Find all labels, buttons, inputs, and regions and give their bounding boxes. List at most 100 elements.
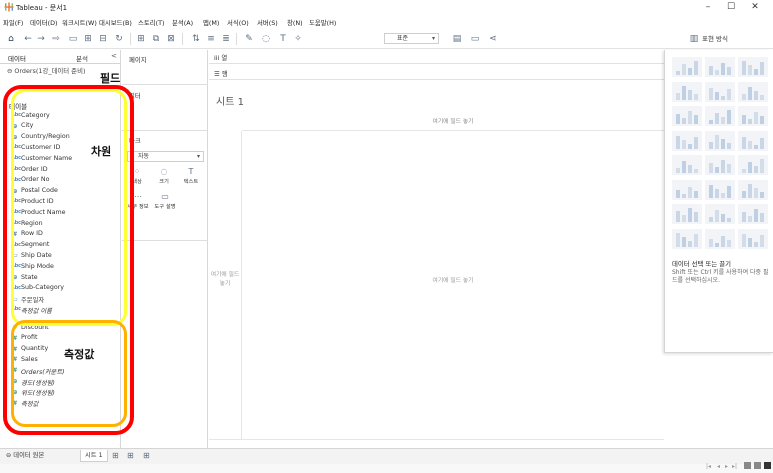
last-sheet-icon[interactable]: ▸| bbox=[732, 463, 737, 470]
undo-icon[interactable]: ← bbox=[22, 33, 34, 45]
chart-type-thumbnail[interactable] bbox=[672, 57, 702, 77]
tabs-view-icon[interactable] bbox=[764, 462, 771, 469]
chart-type-thumbnail[interactable] bbox=[672, 130, 702, 151]
datasource-item[interactable]: ⊖ Orders(1강_데이터 준비) bbox=[7, 66, 85, 75]
collapse-pane-button[interactable]: < bbox=[111, 52, 117, 60]
datasource-tab-label: 데이터 원본 bbox=[13, 452, 45, 459]
labels-icon[interactable]: T bbox=[277, 33, 289, 45]
chart-type-thumbnail[interactable] bbox=[705, 106, 735, 126]
menu-data[interactable]: 데이터(D) bbox=[30, 18, 58, 27]
chart-type-thumbnail[interactable] bbox=[738, 228, 768, 249]
fit-select[interactable]: 표준 ▾ bbox=[384, 33, 439, 44]
columns-icon: iii bbox=[214, 54, 220, 62]
dimensions-annotation: 차원 bbox=[91, 145, 112, 158]
save-icon[interactable]: ▭ bbox=[67, 33, 79, 45]
home-icon[interactable]: ⌂ bbox=[5, 33, 17, 45]
sort-descending-icon[interactable]: ≣ bbox=[220, 33, 232, 45]
chart-type-thumbnail[interactable] bbox=[738, 179, 768, 200]
chart-type-thumbnail[interactable] bbox=[738, 57, 768, 77]
menu-format[interactable]: 서식(O) bbox=[227, 18, 249, 27]
chart-thumbnail-icon bbox=[709, 235, 731, 247]
menu-dashboard[interactable]: 대시보드(B) bbox=[99, 18, 132, 27]
menu-map[interactable]: 맵(M) bbox=[203, 18, 219, 27]
chart-type-thumbnail[interactable] bbox=[672, 106, 702, 126]
filmstrip-icon[interactable] bbox=[754, 462, 761, 469]
cards-column: 페이지 필터 마크 자동 ▾ ⁘ 색상 ◌ 크기 T 텍스트 ⋯ 세부 정보 ▭… bbox=[122, 50, 208, 448]
new-story-tab-icon[interactable]: ⊞ bbox=[143, 450, 150, 462]
tooltip-button[interactable]: ▭ 도구 설명 bbox=[153, 191, 177, 213]
menu-help[interactable]: 도움말(H) bbox=[309, 18, 336, 27]
close-button[interactable]: ✕ bbox=[745, 1, 765, 13]
chart-type-thumbnail[interactable] bbox=[672, 179, 702, 200]
chart-type-thumbnail[interactable] bbox=[672, 81, 702, 102]
sheet-tab[interactable]: 시트 1 bbox=[80, 450, 108, 462]
row-drop-zone-label: 여기에 필드 놓기 bbox=[210, 272, 240, 287]
mark-type-select[interactable]: 자동 ▾ bbox=[127, 151, 204, 162]
show-cards-icon[interactable]: ▤ bbox=[451, 33, 463, 45]
chart-type-thumbnail[interactable] bbox=[738, 106, 768, 126]
menu-file[interactable]: 파일(F) bbox=[3, 18, 23, 27]
show-me-icon[interactable]: ▥ bbox=[688, 33, 700, 45]
size-button[interactable]: ◌ 크기 bbox=[153, 166, 175, 188]
minimize-button[interactable]: – bbox=[698, 1, 718, 13]
window-title: Tableau - 문서1 bbox=[16, 4, 68, 12]
next-sheet-icon[interactable]: ▸ bbox=[725, 463, 728, 470]
pause-update-icon[interactable]: ⊟ bbox=[97, 33, 109, 45]
prev-sheet-icon[interactable]: ◂ bbox=[717, 463, 720, 470]
first-sheet-icon[interactable]: |◂ bbox=[706, 463, 711, 470]
chart-thumbnail-icon bbox=[709, 184, 731, 198]
menu-worksheet[interactable]: 워크시트(W) bbox=[62, 18, 97, 27]
chart-type-thumbnail[interactable] bbox=[738, 204, 768, 224]
chart-type-thumbnail[interactable] bbox=[705, 228, 735, 249]
chart-type-thumbnail[interactable] bbox=[705, 57, 735, 77]
chart-type-thumbnail[interactable] bbox=[738, 155, 768, 175]
clear-sheet-icon[interactable]: ⊠ bbox=[165, 33, 177, 45]
chart-type-thumbnail[interactable] bbox=[738, 130, 768, 151]
column-drop-zone[interactable]: 여기에 필드 놓기 bbox=[242, 113, 664, 131]
view-drop-zone[interactable]: 여기에 필드 놓기 bbox=[242, 275, 664, 284]
sheet-title[interactable]: 시트 1 bbox=[216, 93, 244, 108]
text-button[interactable]: T 텍스트 bbox=[180, 166, 202, 188]
sheet-sorter-icon[interactable] bbox=[744, 462, 751, 469]
maximize-button[interactable]: ☐ bbox=[721, 1, 741, 13]
sort-ascending-icon[interactable]: ≡ bbox=[205, 33, 217, 45]
group-icon[interactable]: ◌ bbox=[260, 33, 272, 45]
new-worksheet-tab-icon[interactable]: ⊞ bbox=[112, 450, 119, 462]
chart-type-thumbnail[interactable] bbox=[705, 155, 735, 175]
sheet-canvas: 시트 1 여기에 필드 놓기 여기에 필드 놓기 여기에 필드 놓기 bbox=[209, 80, 664, 448]
new-datasource-icon[interactable]: ⊞ bbox=[82, 33, 94, 45]
refresh-icon[interactable]: ↻ bbox=[113, 33, 125, 45]
tab-data[interactable]: 데이터 bbox=[8, 53, 26, 63]
new-dashboard-tab-icon[interactable]: ⊞ bbox=[127, 450, 134, 462]
redo-icon[interactable]: → bbox=[35, 33, 47, 45]
chart-type-thumbnail[interactable] bbox=[672, 204, 702, 224]
pin-icon[interactable]: ✧ bbox=[292, 33, 304, 45]
presentation-icon[interactable]: ▭ bbox=[469, 33, 481, 45]
show-me-button[interactable]: 표현 방식 bbox=[702, 33, 728, 43]
chart-type-thumbnail[interactable] bbox=[705, 204, 735, 224]
chart-type-thumbnail[interactable] bbox=[672, 155, 702, 175]
menu-server[interactable]: 서버(S) bbox=[257, 18, 278, 27]
swap-icon[interactable]: ⇅ bbox=[190, 33, 202, 45]
chart-type-thumbnail[interactable] bbox=[705, 179, 735, 200]
chart-type-thumbnail[interactable] bbox=[738, 81, 768, 102]
duplicate-sheet-icon[interactable]: ⧉ bbox=[150, 33, 162, 45]
chart-thumbnail-icon bbox=[676, 111, 698, 124]
row-drop-zone[interactable]: 여기에 필드 놓기 bbox=[209, 131, 242, 439]
menu-window[interactable]: 창(N) bbox=[287, 18, 303, 27]
chart-thumbnail-icon bbox=[709, 210, 731, 222]
datasource-tab[interactable]: ⊖ 데이터 원본 bbox=[6, 450, 44, 462]
rows-label: 행 bbox=[221, 70, 228, 78]
chart-type-thumbnail[interactable] bbox=[672, 228, 702, 249]
new-worksheet-icon[interactable]: ⊞ bbox=[135, 33, 147, 45]
columns-shelf-label: iii 열 bbox=[214, 53, 227, 62]
redo-arrow-icon[interactable]: ⇨ bbox=[50, 33, 62, 45]
tab-analysis[interactable]: 분석 bbox=[76, 53, 88, 63]
card-divider bbox=[122, 130, 208, 131]
highlight-icon[interactable]: ✎ bbox=[243, 33, 255, 45]
menu-story[interactable]: 스토리(T) bbox=[138, 18, 165, 27]
menu-analysis[interactable]: 분석(A) bbox=[172, 18, 193, 27]
share-icon[interactable]: ⋖ bbox=[487, 33, 499, 45]
chart-type-thumbnail[interactable] bbox=[705, 81, 735, 102]
chart-type-thumbnail[interactable] bbox=[705, 130, 735, 151]
